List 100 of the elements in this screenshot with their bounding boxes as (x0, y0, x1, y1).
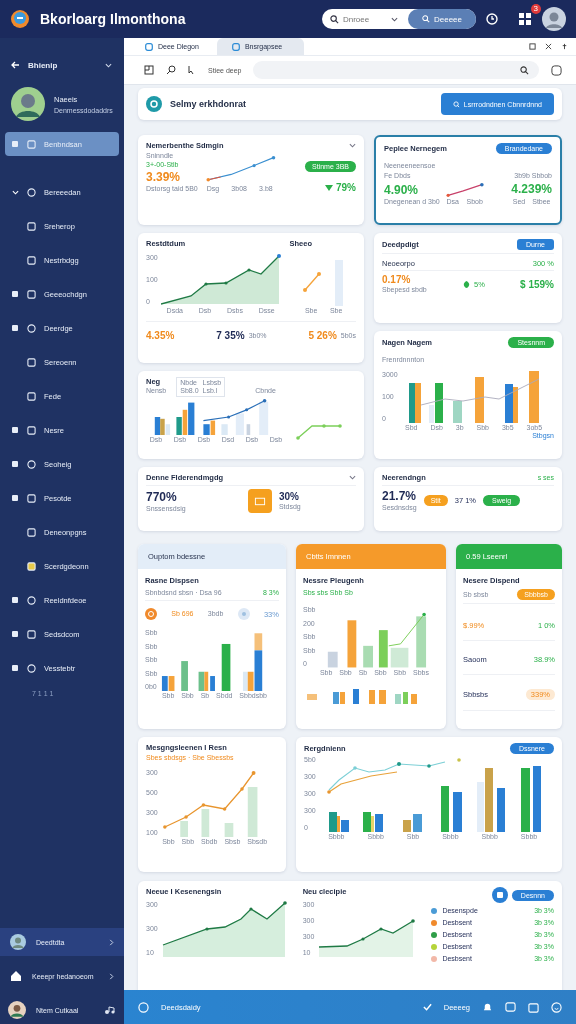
square-icon (11, 426, 19, 434)
bar (259, 401, 269, 435)
avatar[interactable] (542, 7, 566, 31)
bar (179, 821, 188, 837)
circle-icon (27, 595, 36, 605)
window-icon[interactable] (529, 43, 536, 50)
close-icon[interactable] (545, 43, 552, 50)
app-title: Bkorloarg Ilmonthona (40, 11, 186, 27)
square-icon (11, 494, 19, 502)
line (447, 184, 483, 196)
music-note-icon[interactable] (104, 1006, 116, 1014)
point (456, 758, 461, 762)
point (224, 281, 228, 285)
coin-icon (145, 608, 157, 620)
back-arrow-icon[interactable] (10, 60, 20, 70)
bar (235, 413, 244, 435)
avatar (10, 86, 46, 122)
add-button[interactable] (491, 887, 508, 903)
point (302, 288, 307, 292)
point (245, 408, 249, 412)
point (446, 193, 450, 197)
bar (369, 690, 375, 704)
bar (328, 651, 339, 668)
avatar (10, 934, 26, 950)
square-icon (27, 139, 36, 149)
circle-icon (27, 459, 36, 469)
tab-icon (231, 42, 240, 51)
metric-value: 3.39% (146, 170, 182, 184)
clock-icon[interactable] (486, 13, 498, 25)
metric-value: 30% (278, 491, 300, 502)
point (162, 825, 167, 829)
smile-icon[interactable] (551, 1001, 562, 1013)
bar (334, 260, 343, 306)
search-field[interactable] (253, 61, 539, 79)
cursor-icon[interactable] (188, 65, 196, 75)
search-icon (520, 65, 529, 75)
circle-icon (27, 323, 36, 333)
point (251, 771, 256, 775)
bar (532, 766, 541, 832)
point (271, 155, 276, 160)
metric-value: 4.35% (146, 330, 175, 341)
square-icon (11, 290, 19, 298)
check-icon (422, 1003, 432, 1011)
banner-title: Selmy erkhdonrat (170, 99, 247, 109)
search-icon (329, 14, 339, 24)
point (222, 807, 227, 811)
bar (363, 645, 374, 668)
point (249, 907, 253, 911)
point (205, 927, 209, 931)
search-icon[interactable] (166, 65, 176, 75)
notification-badge: 3 (530, 4, 541, 14)
avatar (8, 1001, 26, 1019)
point (247, 268, 251, 272)
metric-value: 0.17% (382, 274, 412, 285)
bar (528, 371, 539, 423)
line (297, 425, 341, 439)
chevron-right-icon (109, 938, 114, 946)
bar (347, 620, 357, 668)
metric-value: $ 159% (520, 278, 554, 290)
pin-icon[interactable] (561, 43, 568, 50)
bar (222, 643, 231, 691)
point (239, 787, 244, 791)
bar (221, 424, 228, 435)
point (206, 177, 210, 182)
bar (484, 768, 493, 832)
grid-icon[interactable] (518, 12, 532, 26)
circle-icon (27, 663, 36, 673)
search-button[interactable]: Deeeee (407, 9, 476, 29)
metric-value: 4.239% (511, 182, 552, 196)
bar (411, 694, 417, 704)
caret-icon (390, 16, 398, 22)
point (227, 415, 231, 419)
bell-icon[interactable] (482, 1001, 493, 1013)
square-icon (27, 527, 36, 537)
circle-icon (27, 187, 36, 197)
metric-value: 21.7% (382, 489, 417, 503)
search-field[interactable]: Dnroee (342, 14, 387, 24)
point (201, 803, 205, 807)
bar (307, 694, 317, 700)
point (426, 764, 431, 768)
bar (353, 689, 359, 704)
point (479, 182, 484, 187)
point (396, 762, 401, 766)
square-icon (11, 140, 19, 148)
bar (181, 661, 189, 691)
window-icon[interactable] (144, 65, 154, 75)
bar (391, 647, 409, 668)
bar (520, 768, 530, 832)
calendar-icon[interactable] (528, 1001, 539, 1013)
point (204, 282, 208, 286)
bar (403, 692, 408, 704)
point (352, 766, 357, 770)
bar (224, 823, 233, 837)
bar (379, 630, 389, 668)
line (304, 273, 320, 291)
bar (440, 786, 449, 832)
chat-icon[interactable] (551, 64, 562, 76)
line (388, 613, 426, 647)
search-icon (421, 15, 430, 23)
point (262, 399, 267, 403)
